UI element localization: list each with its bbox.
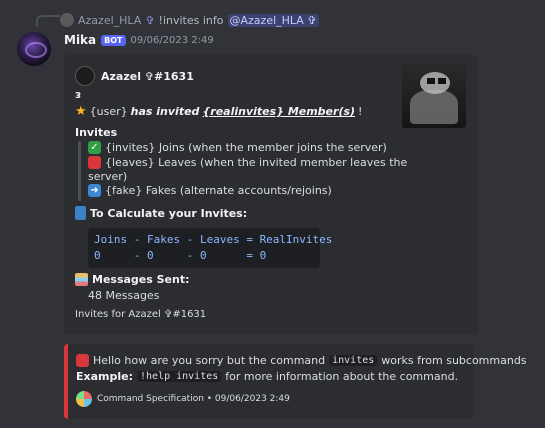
- error-text-b: works from subcommands: [381, 354, 527, 367]
- red-square-icon: [88, 156, 101, 169]
- calc-heading-text: To Calculate your Invites:: [90, 206, 248, 220]
- embed-author: Azazel ✞#1631: [75, 66, 194, 86]
- error-embed: Hello how are you sorry but the command …: [64, 344, 527, 419]
- desc-user: {user}: [89, 105, 128, 118]
- thumb-eye-left: [427, 78, 435, 84]
- messages-heading-text: Messages Sent:: [92, 273, 190, 286]
- reply-mention[interactable]: @Azazel_HLA ✞: [227, 13, 319, 27]
- bot-badge: BOT: [101, 34, 126, 46]
- bot-avatar[interactable]: [17, 32, 51, 66]
- example-code: !help invites: [137, 371, 222, 382]
- footer-text: Command Specification • 09/06/2023 2:49: [97, 394, 290, 404]
- ledger-icon: [75, 273, 88, 286]
- red-square-icon: [76, 354, 89, 367]
- reply-command-text: !invites info: [158, 13, 224, 27]
- messages-value: 48 Messages: [88, 289, 160, 302]
- embed-accent-bar: [64, 55, 68, 334]
- embed-author-avatar: [75, 66, 95, 86]
- embed-thumbnail[interactable]: [402, 64, 466, 128]
- message-header: Mika BOT 09/06/2023 2:49: [64, 32, 214, 48]
- desc-has-invited: has invited: [130, 105, 200, 118]
- error-footer: Command Specification • 09/06/2023 2:49: [76, 391, 290, 407]
- embed-author-name: Azazel ✞#1631: [101, 69, 194, 83]
- message-username[interactable]: Mika: [64, 33, 96, 47]
- thumb-eye-right: [438, 78, 446, 84]
- messages-heading: Messages Sent:: [75, 273, 190, 286]
- star-icon: ★: [75, 104, 87, 119]
- message-timestamp: 09/06/2023 2:49: [130, 34, 214, 46]
- arrow-right-icon: ➜: [88, 184, 101, 197]
- footer-icon: [76, 391, 92, 407]
- reply-preview[interactable]: Azazel_HLA ✞ !invites info @Azazel_HLA ✞: [60, 12, 319, 28]
- error-text-a: Hello how are you sorry but the command: [93, 354, 326, 367]
- joins-line: ✓ {invites} Joins (when the member joins…: [88, 141, 387, 154]
- reply-avatar: [60, 13, 74, 27]
- fakes-line: ➜ {fake} Fakes (alternate accounts/rejoi…: [88, 184, 332, 197]
- example-rest: for more information about the command.: [225, 370, 459, 383]
- leaves-line-cont: server): [88, 170, 127, 183]
- desc-end: !: [358, 105, 363, 118]
- reply-author[interactable]: Azazel_HLA: [78, 14, 141, 27]
- code-line-2: 0 - 0 - 0 = 0: [94, 249, 267, 262]
- embed-description: ★ {user} has invited {realinvites} Membe…: [75, 104, 362, 119]
- invites-heading: Invites: [75, 126, 118, 139]
- error-accent-bar: [64, 344, 68, 419]
- joins-text: {invites} Joins (when the member joins t…: [105, 141, 387, 154]
- leaves-text-cont: server): [88, 170, 128, 183]
- reply-author-glyph: ✞: [145, 13, 155, 27]
- error-line-1: Hello how are you sorry but the command …: [76, 354, 527, 367]
- embed-footer: Invites for Azazel ✞#1631: [75, 309, 207, 320]
- leaves-line: {leaves} Leaves (when the invited member…: [88, 156, 407, 169]
- code-line-1: Joins - Fakes - Leaves = RealInvites: [94, 233, 333, 246]
- fakes-text: {fake} Fakes (alternate accounts/rejoins…: [105, 184, 332, 197]
- formula-codeblock: Joins - Fakes - Leaves = RealInvites 0 -…: [88, 228, 332, 268]
- example-label: Example:: [76, 370, 133, 383]
- embed-title: ᴈ: [75, 88, 82, 101]
- error-line-2: Example: !help invites for more informat…: [76, 370, 458, 383]
- calc-heading: To Calculate your Invites:: [75, 206, 247, 220]
- reply-connector: [36, 15, 60, 27]
- book-icon: [75, 206, 86, 220]
- leaves-text: {leaves} Leaves (when the invited member…: [105, 156, 408, 169]
- thumb-body: [410, 90, 458, 124]
- error-code-invites: invites: [329, 355, 378, 366]
- check-icon: ✓: [88, 141, 101, 154]
- invites-embed: Azazel ✞#1631 ᴈ ★ {user} has invited {re…: [64, 55, 478, 334]
- quote-bar: [78, 141, 81, 201]
- desc-realinvites: {realinvites} Member(s): [202, 105, 356, 118]
